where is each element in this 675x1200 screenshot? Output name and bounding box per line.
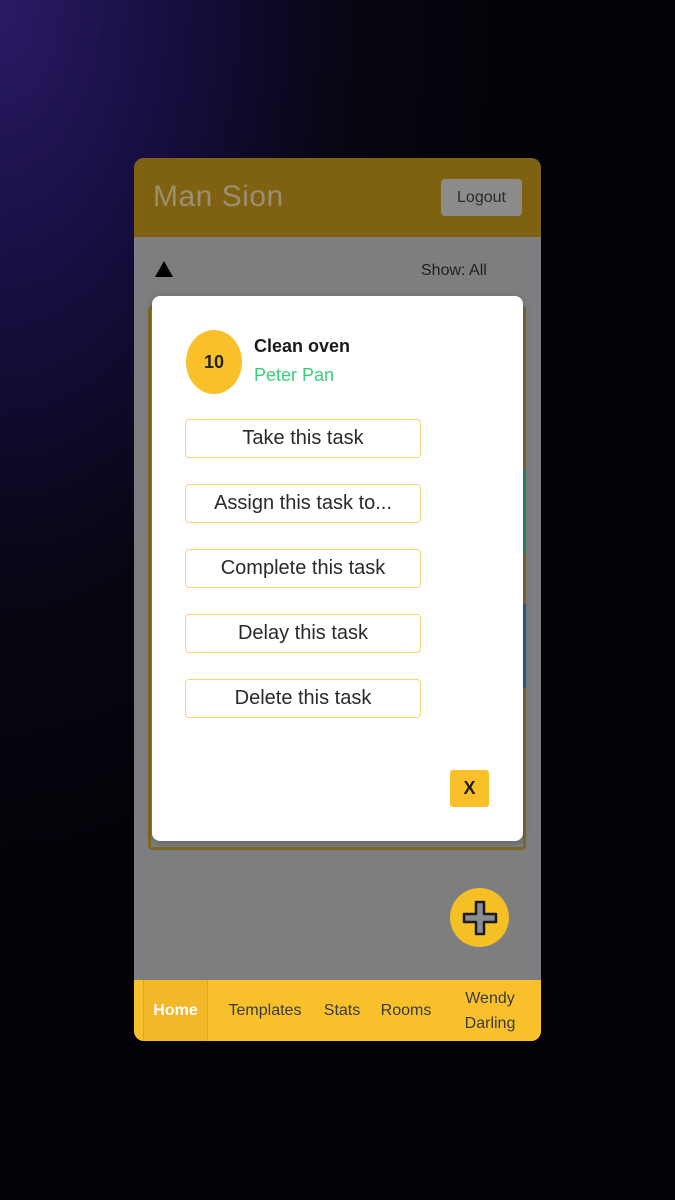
add-task-button[interactable] xyxy=(450,888,509,947)
nav-item-templates[interactable]: Templates xyxy=(220,980,310,1041)
task-status-stripe xyxy=(523,469,526,553)
task-assignee: Peter Pan xyxy=(254,365,335,385)
task-score-badge: 10 xyxy=(186,330,242,394)
task-actions-modal: 10 Clean oven Peter Pan Take this task A… xyxy=(152,296,523,841)
delete-task-button[interactable]: Delete this task xyxy=(185,679,421,718)
sort-toggle-icon[interactable] xyxy=(155,261,173,277)
app-header: Man Sion Logout xyxy=(134,158,541,237)
app-title: Man Sion xyxy=(153,180,284,213)
task-status-stripe xyxy=(523,604,526,688)
logout-button[interactable]: Logout xyxy=(441,179,522,216)
delay-task-button[interactable]: Delay this task xyxy=(185,614,421,653)
take-task-button[interactable]: Take this task xyxy=(185,419,421,458)
plus-icon xyxy=(462,900,497,935)
show-filter[interactable]: Show: All xyxy=(421,262,487,280)
close-modal-button[interactable]: X xyxy=(450,770,489,807)
nav-item-rooms[interactable]: Rooms xyxy=(374,980,438,1041)
nav-item-profile[interactable]: Wendy Darling xyxy=(454,980,526,1041)
nav-item-home[interactable]: Home xyxy=(143,980,208,1041)
task-name: Clean oven xyxy=(254,336,351,356)
complete-task-button[interactable]: Complete this task xyxy=(185,549,421,588)
nav-item-stats[interactable]: Stats xyxy=(318,980,366,1041)
bottom-nav: Home Templates Stats Rooms Wendy Darling xyxy=(134,980,541,1041)
assign-task-button[interactable]: Assign this task to... xyxy=(185,484,421,523)
